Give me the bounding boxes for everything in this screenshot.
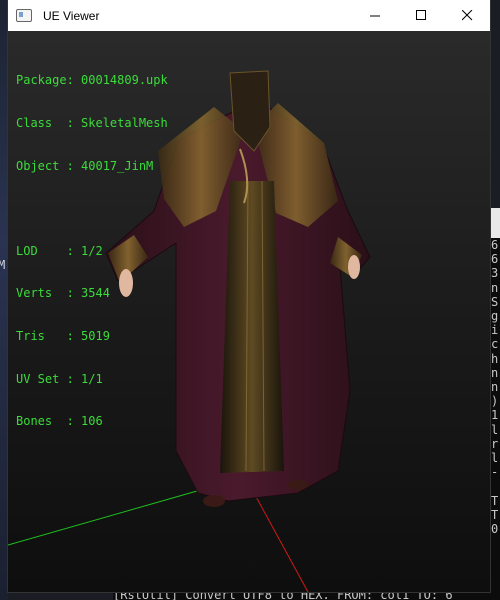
minimize-icon	[369, 7, 381, 25]
right-hand	[348, 255, 360, 279]
title-bar[interactable]: UE Viewer	[8, 0, 490, 31]
maximize-icon	[415, 7, 427, 25]
console-line: l	[491, 422, 499, 437]
console-line: h	[491, 351, 499, 366]
console-line: g	[491, 309, 499, 324]
console-line: l	[491, 451, 499, 466]
info-package: Package: 00014809.upk	[16, 73, 168, 88]
console-line: 3	[491, 266, 499, 281]
info-verts: Verts : 3544	[16, 286, 110, 301]
desktop-background: M	[0, 0, 8, 600]
axis-z-line	[8, 488, 205, 546]
info-object: Object : 40017_JinM	[16, 158, 154, 173]
window-icon	[16, 9, 32, 22]
info-class: Class : SkeletalMesh	[16, 116, 168, 131]
info-bones: Bones : 106	[16, 414, 103, 429]
left-foot	[203, 495, 225, 507]
ue-viewer-window[interactable]: UE Viewer Package: 00014809.upk Class: …	[8, 0, 490, 592]
right-foot	[288, 480, 308, 490]
console-line: r	[491, 436, 499, 451]
background-console-window: 6 6 3 n Sg i c h n n) 1 l r l - TT0	[489, 208, 500, 600]
console-line: 6	[491, 238, 499, 252]
window-controls	[352, 0, 490, 31]
console-line: i	[491, 323, 499, 338]
console-line: 1	[491, 408, 499, 423]
info-lod: LOD : 1/2	[16, 243, 103, 258]
console-text: 6 6 3 n Sg i c h n n) 1 l r l - TT0	[489, 238, 500, 536]
console-line: S	[491, 294, 499, 309]
console-line: 6	[491, 252, 499, 267]
console-line: n	[491, 380, 499, 395]
info-uvset: UV Set : 1/1	[16, 371, 103, 386]
robe-center-panel	[220, 181, 284, 473]
background-glyph: M	[0, 258, 6, 272]
console-scrollbar[interactable]	[489, 208, 500, 238]
console-line: 0	[491, 522, 499, 537]
close-icon	[461, 7, 473, 25]
maximize-button[interactable]	[398, 0, 444, 31]
console-line: n	[491, 280, 499, 295]
console-line: c	[491, 337, 499, 352]
info-tris: Tris : 5019	[16, 329, 110, 344]
console-line: T	[491, 493, 499, 508]
console-line: n	[491, 365, 499, 380]
console-line: -	[491, 465, 499, 480]
close-button[interactable]	[444, 0, 490, 31]
mesh-info-overlay: Package: 00014809.upk Class : SkeletalMe…	[16, 45, 168, 457]
axis-x-line	[253, 492, 309, 592]
window-title: UE Viewer	[43, 8, 100, 23]
console-line: )	[491, 394, 499, 409]
console-line: T	[491, 507, 499, 522]
minimize-button[interactable]	[352, 0, 398, 31]
3d-viewport[interactable]: Package: 00014809.upk Class : SkeletalMe…	[8, 31, 490, 592]
